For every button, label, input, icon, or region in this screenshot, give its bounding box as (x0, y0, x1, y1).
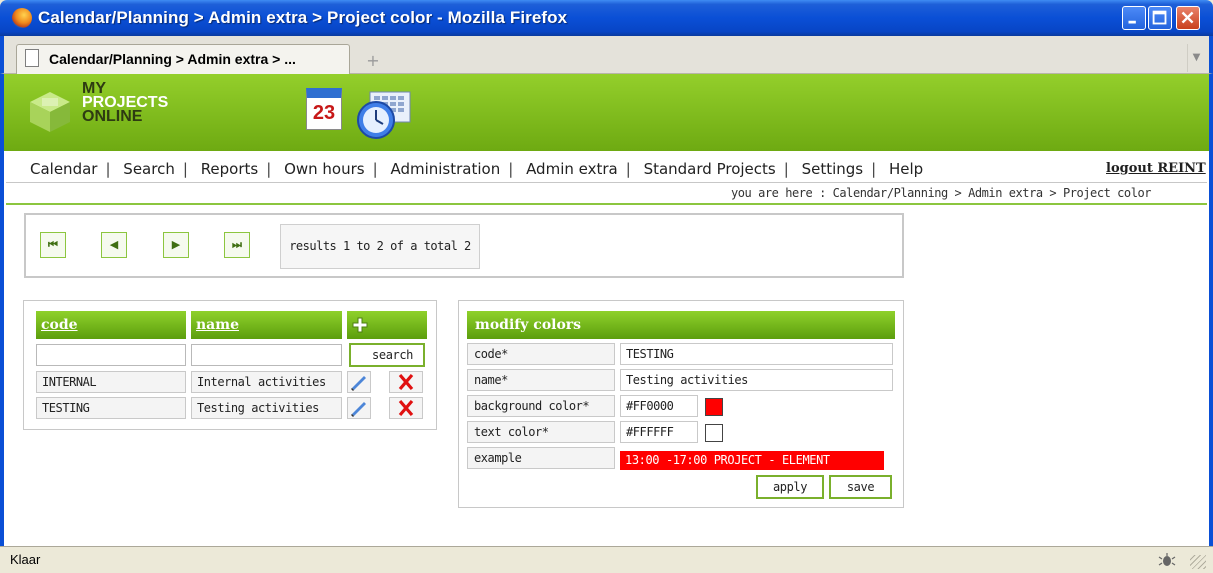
page-icon (25, 49, 39, 67)
background-color-label: background color* (467, 395, 615, 417)
save-button[interactable]: save (829, 475, 892, 499)
row-1-code: INTERNAL (36, 371, 186, 393)
row-1-edit-button[interactable] (347, 371, 371, 393)
pencil-icon (351, 376, 366, 391)
header-green-divider (6, 203, 1207, 205)
minimize-icon (1128, 20, 1136, 24)
nav-help[interactable]: Help (889, 160, 923, 178)
app-logo: MY PROJECTS ONLINE (82, 81, 168, 125)
logo-cube-icon (30, 92, 70, 132)
delete-x-icon (398, 399, 414, 417)
tab-list-button[interactable]: ▼ (1187, 44, 1205, 72)
previous-page-button[interactable]: ◀ (101, 232, 127, 258)
row-1-name: Internal activities (191, 371, 342, 393)
window-title: Calendar/Planning > Admin extra > Projec… (38, 8, 568, 27)
new-tab-button[interactable]: + (360, 50, 386, 72)
app-header: MY PROJECTS ONLINE (4, 74, 1209, 151)
example-preview: 13:00 -17:00 PROJECT - ELEMENT (620, 451, 884, 470)
apply-button[interactable]: apply (756, 475, 824, 499)
delete-x-icon (398, 373, 414, 391)
calendar-icon[interactable]: 23 (306, 88, 342, 130)
nav-search[interactable]: Search (123, 160, 175, 178)
example-label: example (467, 447, 615, 469)
minimize-button[interactable] (1122, 6, 1146, 30)
planning-clock-icon[interactable] (356, 90, 414, 140)
name-label: name* (467, 369, 615, 391)
background-color-swatch[interactable] (705, 398, 723, 416)
browser-tab[interactable]: Calendar/Planning > Admin extra > ... (16, 44, 350, 74)
main-nav: Calendar | Search | Reports | Own hours | Ad… (30, 160, 924, 178)
maximize-icon (1152, 10, 1167, 25)
pencil-icon (351, 402, 366, 417)
nav-own-hours[interactable]: Own hours (284, 160, 365, 178)
status-bar: Klaar (0, 546, 1213, 572)
project-list-panel: code name search INTERNAL Internal activ… (23, 300, 437, 430)
close-button[interactable] (1176, 6, 1200, 30)
row-2-edit-button[interactable] (347, 397, 371, 419)
background-color-input[interactable]: #FF0000 (620, 395, 698, 417)
column-header-code[interactable]: code (36, 311, 186, 339)
breadcrumb: you are here : Calendar/Planning > Admin… (731, 186, 1152, 200)
nav-calendar[interactable]: Calendar (30, 160, 97, 178)
next-page-button[interactable]: ▶ (163, 232, 189, 258)
nav-admin-extra[interactable]: Admin extra (526, 160, 618, 178)
code-label: code* (467, 343, 615, 365)
status-text: Klaar (10, 552, 41, 567)
modify-colors-header: modify colors (467, 311, 895, 339)
row-2-delete-button[interactable] (389, 397, 423, 419)
name-input[interactable]: Testing activities (620, 369, 893, 391)
logo-line-3: ONLINE (82, 108, 143, 125)
bug-icon[interactable] (1158, 551, 1176, 569)
last-page-button[interactable]: ⏭ (224, 232, 250, 258)
maximize-button[interactable] (1148, 6, 1172, 30)
tab-strip: Calendar/Planning > Admin extra > ... + … (0, 36, 1213, 74)
add-icon (352, 317, 368, 333)
search-button[interactable]: search (349, 343, 425, 367)
first-page-button[interactable]: ⏮ (40, 232, 66, 258)
text-color-label: text color* (467, 421, 615, 443)
column-header-name[interactable]: name (191, 311, 342, 339)
name-filter-input[interactable] (191, 344, 342, 366)
nav-administration[interactable]: Administration (390, 160, 500, 178)
code-filter-input[interactable] (36, 344, 186, 366)
modify-colors-panel: modify colors code* TESTING name* Testin… (458, 300, 904, 508)
nav-reports[interactable]: Reports (201, 160, 259, 178)
code-input[interactable]: TESTING (620, 343, 893, 365)
text-color-swatch[interactable] (705, 424, 723, 442)
nav-settings[interactable]: Settings (802, 160, 864, 178)
tab-label: Calendar/Planning > Admin extra > ... (49, 51, 296, 67)
firefox-icon (12, 8, 32, 28)
nav-divider (6, 182, 1207, 183)
logout-link[interactable]: logout REINT (1106, 161, 1206, 176)
text-color-input[interactable]: #FFFFFF (620, 421, 698, 443)
row-1-delete-button[interactable] (389, 371, 423, 393)
row-2-code: TESTING (36, 397, 186, 419)
window-titlebar: Calendar/Planning > Admin extra > Projec… (0, 0, 1213, 36)
results-summary: results 1 to 2 of a total 2 (280, 224, 480, 269)
add-project-header[interactable] (347, 311, 427, 339)
close-icon (1181, 11, 1194, 24)
nav-standard-projects[interactable]: Standard Projects (644, 160, 776, 178)
pager-panel: ⏮ ◀ ▶ ⏭ results 1 to 2 of a total 2 (24, 213, 904, 278)
row-2-name: Testing activities (191, 397, 342, 419)
resize-grip[interactable] (1190, 555, 1206, 569)
